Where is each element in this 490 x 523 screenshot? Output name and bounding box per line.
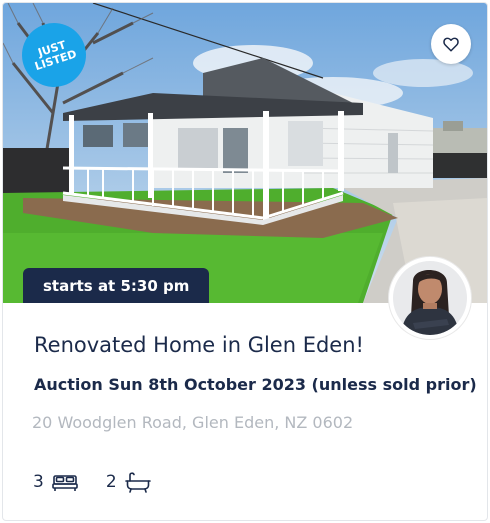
bath-icon — [124, 472, 151, 493]
bedrooms-count: 3 — [33, 472, 44, 492]
agent-photo — [393, 261, 467, 335]
bathrooms-feature: 2 — [106, 471, 151, 493]
favorite-button[interactable] — [431, 24, 471, 64]
auction-date: Auction Sun 8th October 2023 (unless sol… — [34, 375, 477, 394]
listing-photo[interactable]: JUST LISTED starts at 5:30 pm — [3, 3, 487, 303]
heart-outline-icon — [443, 37, 459, 52]
auction-time-label: starts at 5:30 pm — [23, 268, 210, 303]
listing-title[interactable]: Renovated Home in Glen Eden! — [34, 333, 364, 357]
agent-avatar[interactable] — [389, 257, 471, 339]
property-features: 3 2 — [33, 471, 179, 493]
bed-icon — [52, 475, 78, 491]
bedrooms-feature: 3 — [33, 472, 78, 492]
listing-card[interactable]: JUST LISTED starts at 5:30 pm Renovated … — [2, 2, 488, 521]
listing-address: 20 Woodglen Road, Glen Eden, NZ 0602 — [32, 413, 354, 432]
bathrooms-count: 2 — [105, 472, 117, 492]
